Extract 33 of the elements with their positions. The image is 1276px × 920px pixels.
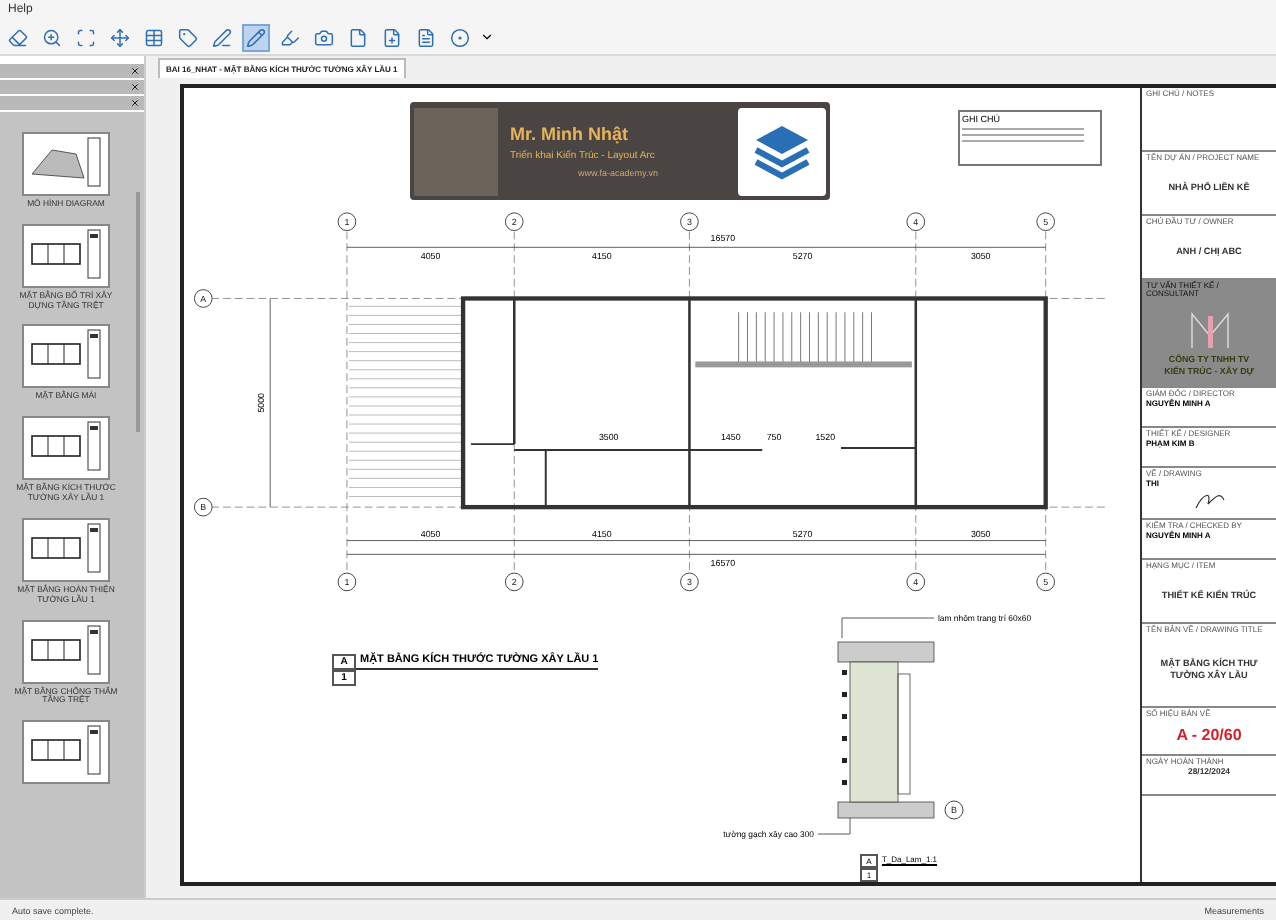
sheet-thumbnail[interactable]	[22, 619, 110, 684]
sheet-thumbnail[interactable]	[22, 132, 110, 196]
pencil-icon	[246, 27, 266, 47]
sheet-thumbnail[interactable]	[22, 720, 110, 785]
pen-line-icon	[212, 27, 232, 47]
toolbar-button[interactable]	[106, 23, 134, 51]
company-logo-icon	[1185, 307, 1233, 352]
logo-icon	[738, 107, 826, 195]
drawing-number: A - 20/60	[1176, 726, 1242, 745]
banner-name: Mr. Minh Nhật	[510, 124, 630, 144]
eraser-icon	[8, 27, 28, 47]
highlighter-icon	[280, 27, 300, 47]
table-icon	[144, 27, 164, 47]
sheet-thumbnail[interactable]	[22, 324, 110, 389]
caret-icon[interactable]	[480, 30, 494, 44]
move-icon	[110, 27, 130, 47]
toolbar-button[interactable]	[446, 23, 474, 51]
tag-icon	[178, 27, 198, 47]
page-icon	[348, 27, 368, 47]
toolbar-button[interactable]	[242, 23, 270, 51]
toolbar-button[interactable]	[208, 23, 236, 51]
sheet-thumbnail[interactable]	[22, 223, 110, 288]
scrollbar[interactable]	[136, 192, 140, 432]
document-icon	[416, 27, 436, 47]
toolbar-button[interactable]	[174, 23, 202, 51]
sheet-thumbnail[interactable]	[22, 517, 110, 582]
zoom-icon	[42, 27, 62, 47]
sheet-thumbnail[interactable]	[22, 416, 110, 481]
scan-icon	[76, 27, 96, 47]
camera-icon	[314, 27, 334, 47]
target-icon	[450, 27, 470, 47]
photo-placeholder	[414, 107, 498, 195]
page-add-icon	[382, 27, 402, 47]
